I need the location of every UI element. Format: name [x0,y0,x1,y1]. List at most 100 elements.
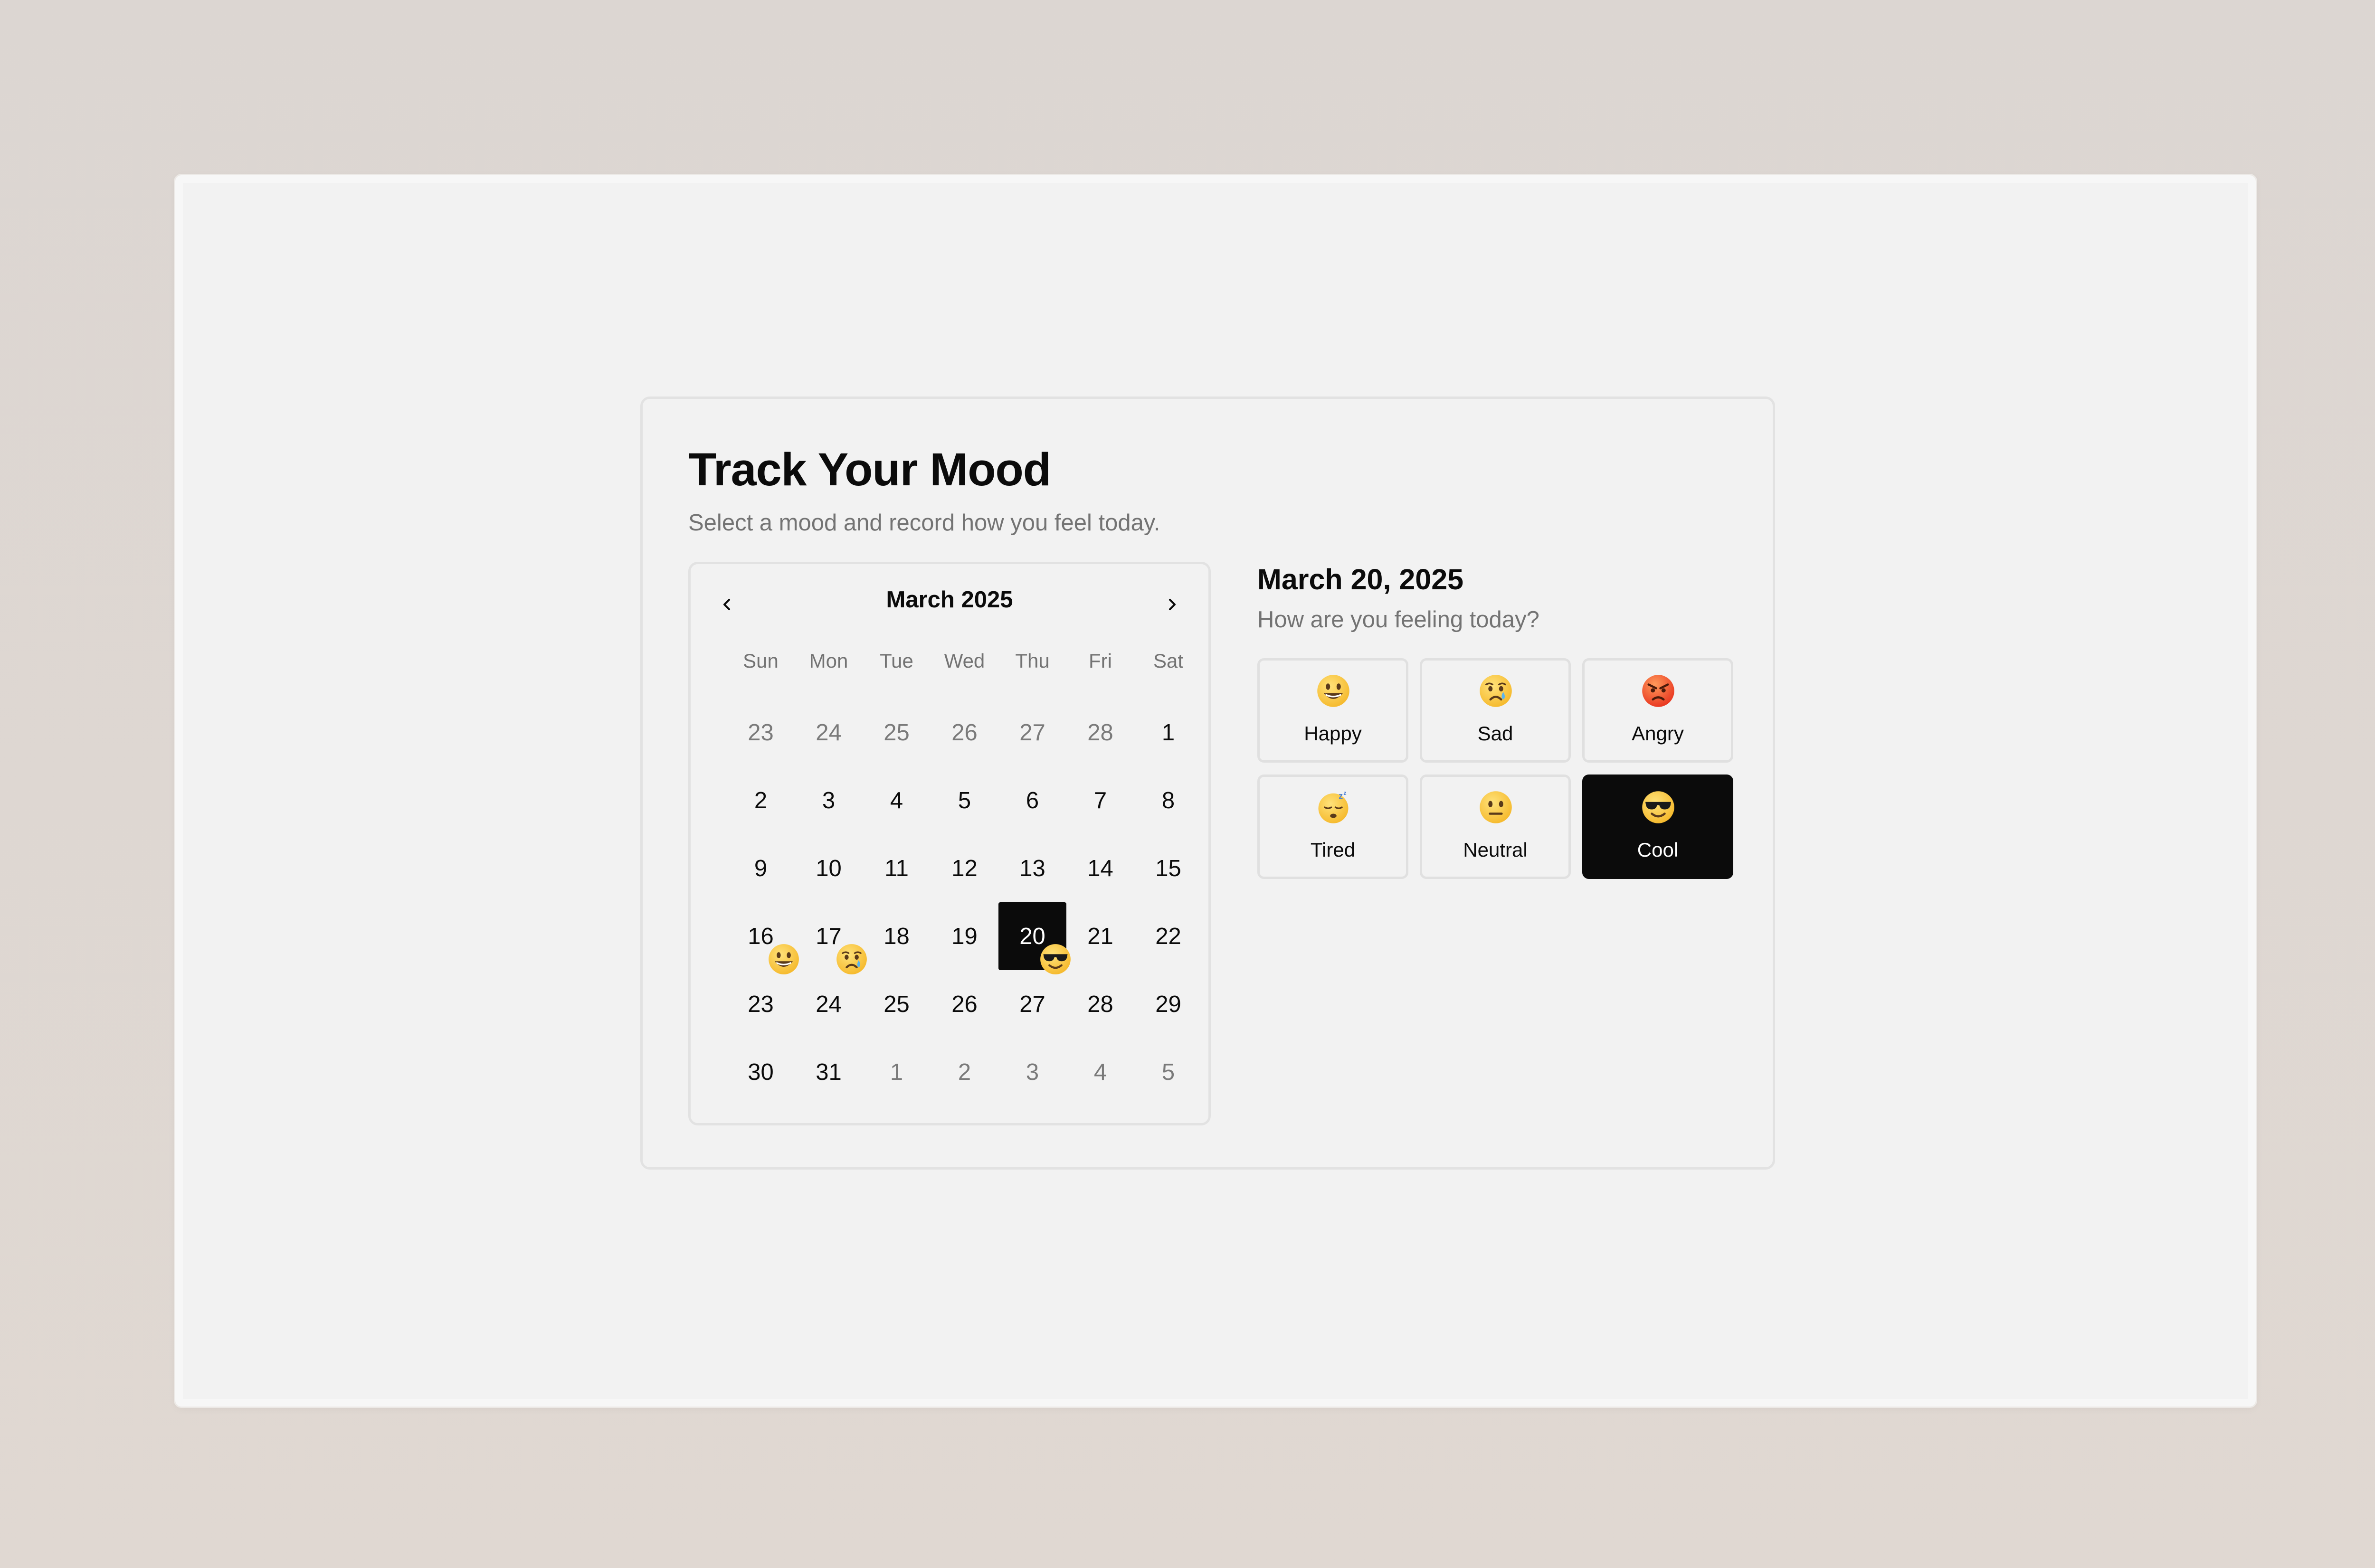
calendar-day[interactable]: 28 [1066,970,1134,1038]
calendar-day[interactable]: 28 [1066,699,1134,766]
calendar-day[interactable]: 15 [1134,834,1202,902]
mood-button-happy[interactable]: Happy [1257,658,1408,763]
neutral-face-icon [1479,790,1513,824]
calendar-day-number: 3 [822,787,836,813]
calendar-day-number: 1 [890,1059,903,1085]
mood-options: Happy Sad Angry z z Tired Neutral Cool [1257,658,1733,879]
calendar-day[interactable]: 4 [863,766,931,834]
calendar-day-number: 15 [1155,855,1181,881]
weekday-header: Sun Mon Tue Wed Thu Fri Sat [727,647,1202,675]
calendar-day[interactable]: 17 [795,902,867,974]
calendar: March 2025 Sun Mon Tue Wed Thu Fri Sat 2… [688,562,1211,1125]
calendar-day-selected[interactable]: 20 [998,902,1071,974]
mood-button-neutral[interactable]: Neutral [1420,775,1571,879]
calendar-day[interactable]: 30 [727,1038,795,1106]
happy-face-icon [1316,674,1350,708]
calendar-day[interactable]: 9 [727,834,795,902]
calendar-day[interactable]: 3 [998,1038,1066,1106]
calendar-day-number: 13 [1019,855,1045,881]
weekday-label: Wed [944,650,985,672]
calendar-day[interactable]: 11 [863,834,931,902]
calendar-day-number: 31 [816,1059,842,1085]
mood-button-label: Sad [1477,722,1513,745]
calendar-day-number: 8 [1161,787,1175,813]
page-subtitle: Select a mood and record how you feel to… [688,510,1160,536]
mood-button-label: Neutral [1463,839,1528,861]
calendar-day[interactable]: 4 [1066,1038,1134,1106]
calendar-day[interactable]: 24 [795,970,863,1038]
calendar-day-number: 21 [1087,923,1113,949]
calendar-day[interactable]: 29 [1134,970,1202,1038]
mood-question: How are you feeling today? [1257,607,1539,633]
mood-button-angry[interactable]: Angry [1582,658,1733,763]
calendar-day[interactable]: 1 [1134,699,1202,766]
calendar-day-number: 7 [1093,787,1107,813]
angry-face-icon [1641,674,1675,708]
calendar-day-number: 27 [1019,719,1045,746]
mood-tracker-card: Track Your Mood Select a mood and record… [640,397,1775,1170]
calendar-day[interactable]: 26 [931,699,998,766]
calendar-day[interactable]: 16 [727,902,799,974]
calendar-day-number: 23 [748,719,774,746]
calendar-day-number: 9 [754,855,768,881]
calendar-day[interactable]: 2 [727,766,795,834]
calendar-day-number: 1 [1161,719,1175,746]
calendar-day[interactable]: 23 [727,699,795,766]
weekday-label: Thu [1015,650,1050,672]
calendar-day[interactable]: 12 [931,834,998,902]
page-title: Track Your Mood [688,444,1051,495]
mood-button-cool[interactable]: Cool [1582,775,1733,879]
calendar-day[interactable]: 21 [1066,902,1134,970]
calendar-day[interactable]: 25 [863,699,931,766]
calendar-days-grid: 23 24 25 26 27 28 1 2 3 4 5 6 7 8 9 10 11 12 13 14 15 16 17 18 1… [727,699,1202,1106]
calendar-day[interactable]: 13 [998,834,1066,902]
calendar-day-number: 14 [1087,855,1113,881]
calendar-day-number: 18 [884,923,910,949]
calendar-day[interactable]: 22 [1134,902,1202,970]
calendar-day[interactable]: 23 [727,970,795,1038]
calendar-day-number: 4 [1093,1059,1107,1085]
crying-face-icon [1479,674,1513,708]
calendar-day-number: 5 [1161,1059,1175,1085]
calendar-day[interactable]: 19 [931,902,998,970]
calendar-day[interactable]: 18 [863,902,931,970]
calendar-day-number: 19 [951,923,978,949]
calendar-month-label: March 2025 [886,587,1013,613]
calendar-day-number: 28 [1087,991,1113,1017]
calendar-day-number: 26 [951,991,978,1017]
calendar-day[interactable]: 26 [931,970,998,1038]
calendar-day-number: 25 [884,991,910,1017]
calendar-day-number: 30 [748,1059,774,1085]
weekday-label: Mon [809,650,848,672]
mood-button-tired[interactable]: z z Tired [1257,775,1408,879]
calendar-day[interactable]: 14 [1066,834,1134,902]
calendar-day[interactable]: 10 [795,834,863,902]
calendar-day[interactable]: 27 [998,699,1066,766]
calendar-day-number: 12 [951,855,978,881]
mood-button-label: Happy [1304,722,1362,745]
calendar-day[interactable]: 31 [795,1038,863,1106]
next-month-button[interactable] [1153,586,1191,623]
calendar-day-number: 6 [1026,787,1039,813]
calendar-day[interactable]: 5 [1134,1038,1202,1106]
calendar-day-number: 29 [1155,991,1181,1017]
calendar-day[interactable]: 7 [1066,766,1134,834]
calendar-day-number: 5 [958,787,971,813]
chevron-right-icon [1169,599,1176,610]
calendar-day[interactable]: 5 [931,766,998,834]
calendar-day[interactable]: 3 [795,766,863,834]
selected-date-heading: March 20, 2025 [1257,563,1464,595]
calendar-day[interactable]: 1 [863,1038,931,1106]
calendar-day[interactable]: 24 [795,699,863,766]
calendar-day[interactable]: 6 [998,766,1066,834]
calendar-day[interactable]: 25 [863,970,931,1038]
weekday-label: Tue [880,650,913,672]
mood-button-sad[interactable]: Sad [1420,658,1571,763]
svg-text:z: z [1339,791,1343,801]
calendar-day-number: 22 [1155,923,1181,949]
calendar-day-number: 24 [816,991,842,1017]
calendar-day[interactable]: 8 [1134,766,1202,834]
calendar-day[interactable]: 27 [998,970,1066,1038]
mood-button-label: Cool [1637,839,1679,861]
calendar-day[interactable]: 2 [931,1038,998,1106]
